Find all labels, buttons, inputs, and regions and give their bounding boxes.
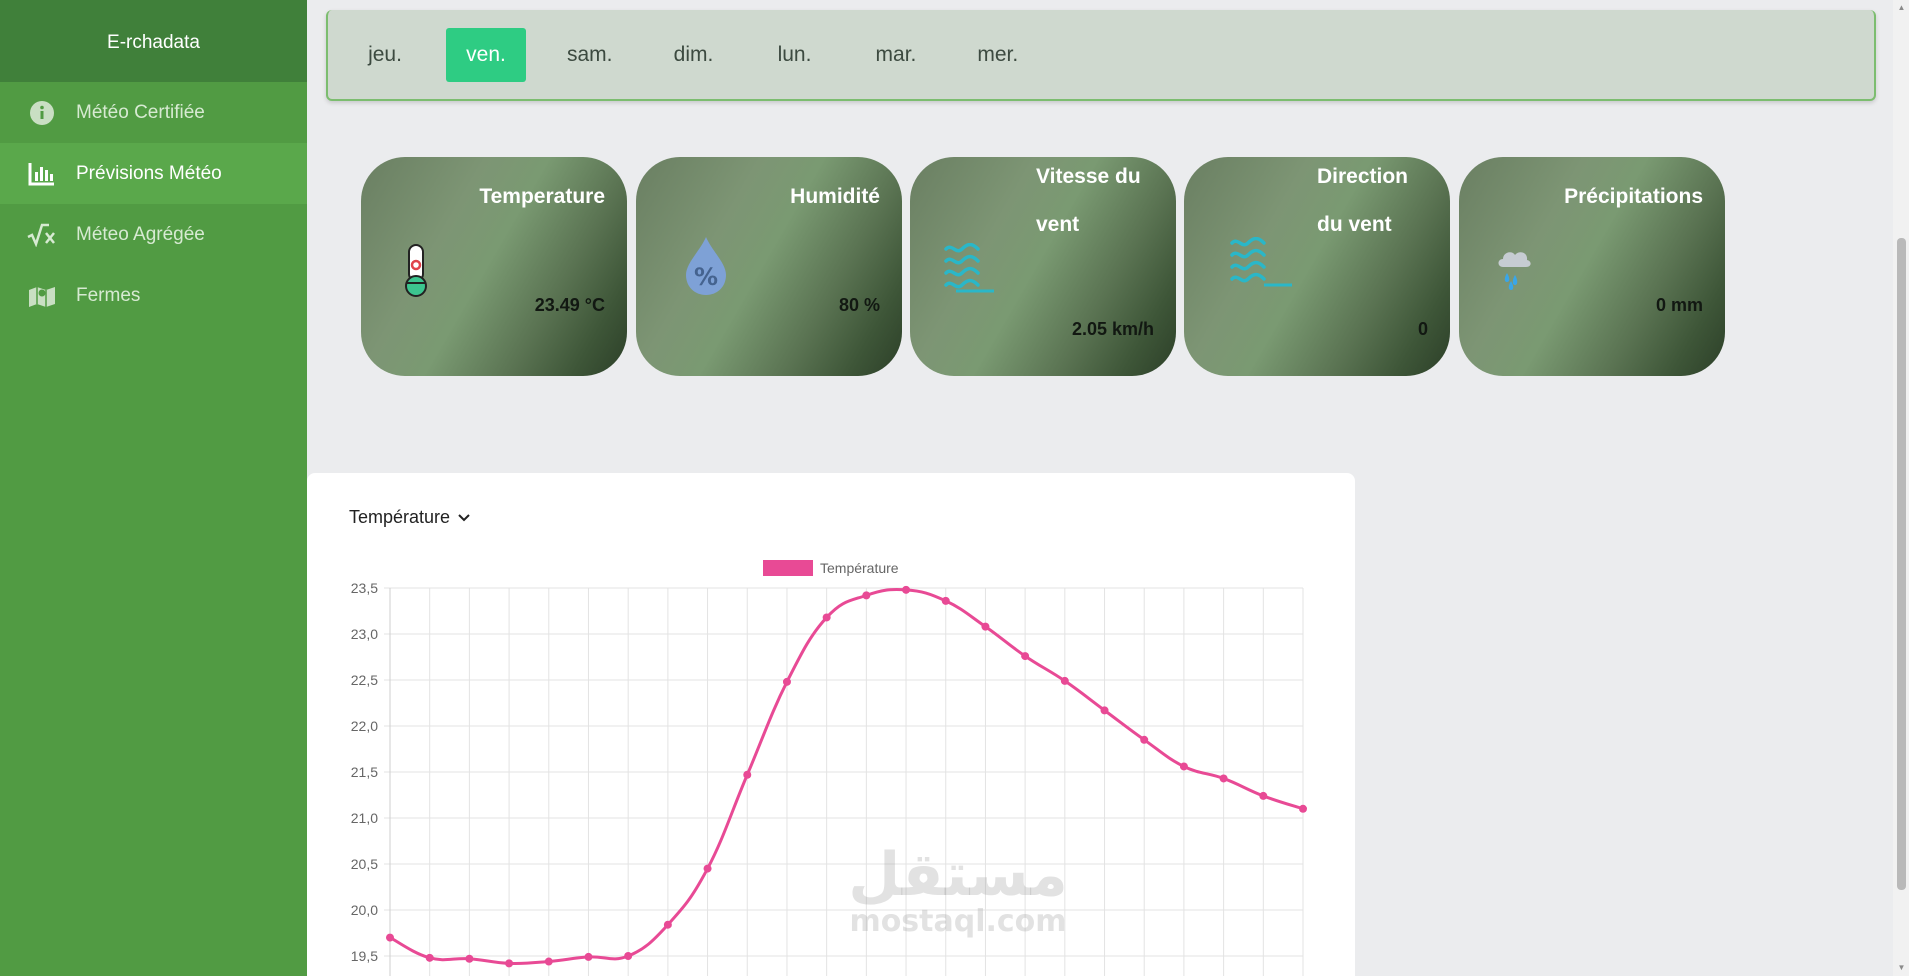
sidebar-item-label: Météo Certifiée: [76, 101, 205, 123]
temperature-value: 23.49 °C: [534, 295, 605, 315]
square-root-icon: [22, 220, 62, 250]
scroll-down-arrow-icon[interactable]: ▼: [1897, 964, 1906, 972]
data-point: [862, 591, 871, 600]
temperature-title: Temperature: [479, 185, 605, 208]
sidebar-item-label: Fermes: [76, 284, 141, 306]
tab-ven[interactable]: ven.: [446, 27, 526, 82]
bar-chart-icon: [22, 159, 62, 189]
wind-speed-title: Vitesse du vent: [1036, 157, 1141, 249]
app-viewport: E-rchadata Météo Certifiée Prévisions Mé…: [0, 0, 1909, 976]
data-point: [941, 596, 950, 605]
temperature-series-line: [389, 587, 1304, 965]
map-icon: [22, 281, 62, 311]
data-point: [902, 585, 911, 594]
sidebar-item-label: Méteo Agrégée: [76, 223, 205, 245]
sidebar-item-previsions-meteo[interactable]: Prévisions Météo: [0, 143, 307, 204]
info-circle-icon: [22, 98, 62, 128]
data-point: [782, 677, 791, 686]
data-point: [1100, 706, 1109, 715]
data-point: [624, 952, 633, 960]
data-point: [1299, 804, 1307, 813]
data-point: [1259, 791, 1268, 800]
y-tick-label: 22,5: [351, 672, 378, 688]
wind-speed-value: 2.05 km/h: [1071, 319, 1154, 339]
wind-direction-value: 0: [1417, 319, 1428, 339]
sidebar-item-label: Prévisions Météo: [76, 162, 222, 184]
humidity-card: % Humidité 80 %: [636, 157, 902, 376]
y-tick-label: 23,0: [351, 626, 378, 642]
temperature-chart: 23,5 23,0 22,5 22,0 21,5 21,0 20,5 20,0 19,5 Temp…: [351, 560, 1307, 976]
precipitation-card: Précipitations 0 mm: [1459, 157, 1725, 376]
humidity-value: 80 %: [838, 295, 880, 315]
data-point: [1179, 762, 1188, 771]
sidebar-item-meteo-certifiee[interactable]: Météo Certifiée: [0, 82, 307, 143]
wind-direction-title: Direction du vent: [1317, 157, 1408, 249]
wind-direction-title-line1: Direction: [1317, 165, 1409, 188]
wind-direction-title-line2: du vent: [1317, 213, 1392, 236]
scroll-up-arrow-icon[interactable]: ▲: [1897, 4, 1906, 12]
sidebar-item-meteo-agregee[interactable]: Méteo Agrégée: [0, 204, 307, 265]
data-point: [743, 770, 752, 779]
legend-swatch: [763, 560, 813, 576]
data-point: [386, 933, 394, 942]
sidebar: E-rchadata Météo Certifiée Prévisions Mé…: [0, 0, 307, 976]
day-tabs: jeu. ven. sam. dim. lun. mar. mer.: [326, 10, 1876, 101]
y-tick-label: 20,0: [351, 902, 378, 918]
chart-panel: Température 23,5 23,0 22,5 22,0 21,5 21,0 20,5…: [307, 473, 1355, 976]
precipitation-value: 0 mm: [1655, 295, 1703, 315]
data-point: [663, 920, 672, 929]
data-point: [1219, 774, 1228, 783]
data-point: [465, 954, 474, 963]
data-point: [1140, 735, 1149, 744]
tab-mer[interactable]: mer.: [957, 28, 1038, 82]
wind-waves-icon: [944, 242, 998, 300]
data-point: [505, 959, 514, 968]
precipitation-title: Précipitations: [1564, 185, 1703, 208]
thermometer-icon: [401, 243, 431, 304]
wind-speed-card: Vitesse du vent 2.05 km/h: [910, 157, 1176, 376]
wind-speed-title-line1: Vitesse du: [1036, 165, 1141, 188]
temperature-card: Temperature 23.49 °C: [361, 157, 627, 376]
y-tick-label: 21,5: [351, 764, 378, 780]
wind-direction-icon: [1230, 236, 1294, 298]
svg-text:%: %: [694, 263, 718, 291]
tab-lun[interactable]: lun.: [755, 28, 835, 82]
legend-label: Température: [820, 560, 899, 576]
y-tick-label: 19,5: [351, 948, 378, 964]
humidity-drop-icon: %: [682, 235, 730, 302]
data-point: [544, 957, 553, 966]
scrollbar-thumb[interactable]: [1897, 238, 1906, 890]
wind-direction-card: Direction du vent 0: [1184, 157, 1450, 376]
data-point: [584, 952, 593, 961]
rain-cloud-icon: [1495, 249, 1533, 298]
tab-mar[interactable]: mar.: [856, 28, 937, 82]
y-tick-label: 23,5: [351, 580, 378, 596]
data-point: [981, 622, 990, 631]
tab-jeu[interactable]: jeu.: [345, 28, 425, 82]
data-point: [1021, 652, 1030, 661]
brand-title[interactable]: E-rchadata: [0, 0, 307, 82]
sidebar-item-fermes[interactable]: Fermes: [0, 265, 307, 326]
y-tick-label: 21,0: [351, 810, 378, 826]
data-point: [1060, 676, 1069, 685]
data-point: [703, 864, 712, 873]
humidity-title: Humidité: [790, 185, 880, 208]
tab-sam[interactable]: sam.: [547, 28, 633, 82]
data-point: [425, 953, 434, 962]
data-point: [822, 613, 831, 622]
tab-dim[interactable]: dim.: [654, 28, 734, 82]
y-tick-label: 22,0: [351, 718, 378, 734]
y-tick-label: 20,5: [351, 856, 378, 872]
wind-speed-title-line2: vent: [1036, 213, 1080, 236]
